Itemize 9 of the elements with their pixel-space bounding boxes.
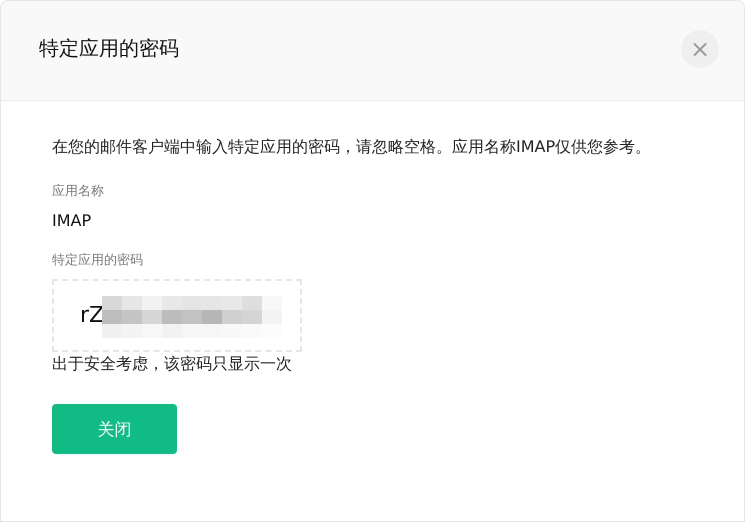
dialog-title: 特定应用的密码 xyxy=(39,35,179,62)
close-dialog-button[interactable]: 关闭 xyxy=(52,404,177,454)
security-note: 出于安全考虑，该密码只显示一次 xyxy=(52,354,293,375)
password-text: rZ xyxy=(80,303,104,328)
close-button[interactable]: × xyxy=(681,30,719,68)
field-label: 特定应用的密码 xyxy=(52,252,144,269)
field-label: 应用名称 xyxy=(52,183,105,200)
description-text: 在您的邮件客户端中输入特定应用的密码，请忽略空格。应用名称IMAP仅供您参考。 xyxy=(52,136,652,158)
field-value: IMAP xyxy=(52,211,92,230)
